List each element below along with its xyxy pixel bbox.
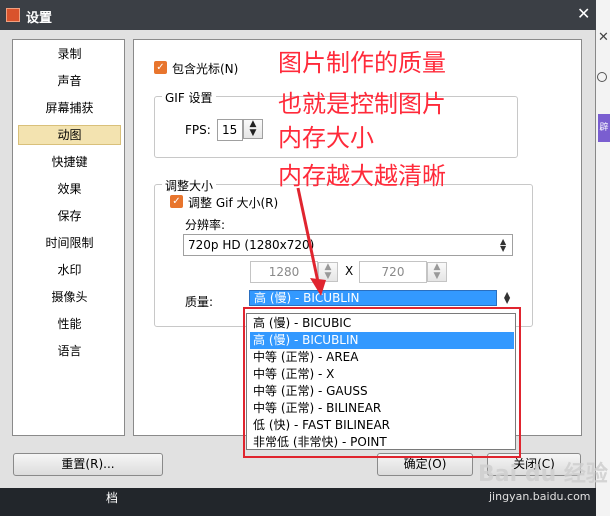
annotation-line-3: 内存大小 (278, 124, 374, 152)
annotation-line-2: 也就是控制图片 (278, 90, 446, 118)
annotation-line-1: 图片制作的质量 (278, 49, 446, 77)
annotation-line-4: 内存越大越清晰 (278, 162, 446, 190)
